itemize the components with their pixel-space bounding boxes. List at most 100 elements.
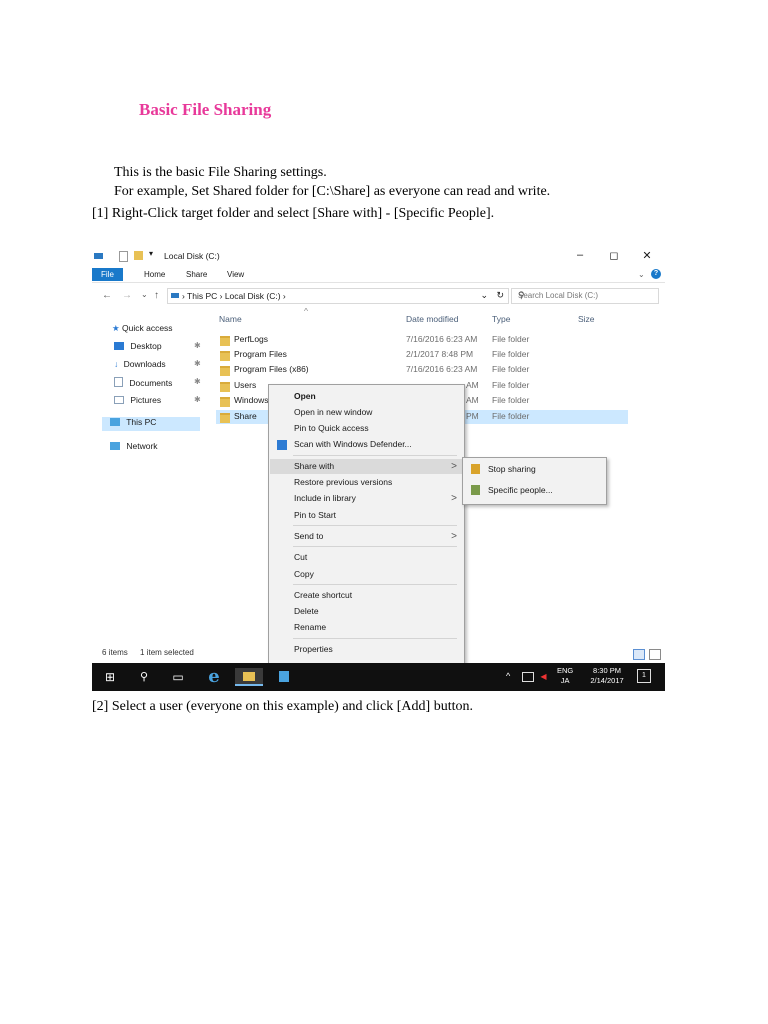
tray-overflow-icon[interactable]: ^ (506, 671, 510, 681)
file-row[interactable]: Program Files (x86) 7/16/2016 6:23 AM Fi… (216, 363, 628, 377)
menu-item-label: Include in library (294, 493, 356, 503)
file-type: File folder (492, 334, 530, 344)
file-name: Share (234, 411, 257, 421)
nav-item-pictures[interactable]: Pictures ✱ (114, 395, 214, 409)
file-type: File folder (492, 364, 530, 374)
nav-item-desktop[interactable]: Desktop ✱ (114, 341, 214, 355)
up-arrow-icon[interactable]: ↑ (154, 290, 159, 301)
menu-separator (293, 638, 457, 639)
item-count: 6 items (102, 648, 128, 657)
network-tray-icon[interactable] (522, 672, 534, 682)
menu-item-send-to[interactable]: Send to > (270, 529, 463, 544)
pin-icon[interactable]: ✱ (194, 377, 201, 386)
menu-item-cut[interactable]: Cut (270, 550, 463, 565)
file-date: 7/16/2016 6:23 AM (406, 364, 478, 374)
column-name[interactable]: Name (219, 314, 242, 324)
file-name: Program Files (x86) (234, 364, 309, 374)
start-button-icon[interactable]: ⊞ (96, 668, 124, 686)
menu-item-open-new-window[interactable]: Open in new window (270, 405, 463, 420)
search-icon[interactable]: ⚲ (130, 668, 158, 686)
nav-item-label: Pictures (130, 395, 162, 405)
menu-item-include-library[interactable]: Include in library > (270, 491, 463, 506)
file-row[interactable]: PerfLogs 7/16/2016 6:23 AM File folder (216, 333, 628, 347)
forward-arrow-icon[interactable]: → (122, 290, 132, 301)
input-language[interactable]: ENG JA (557, 666, 573, 686)
file-type: File folder (492, 395, 530, 405)
menu-item-pin-quick-access[interactable]: Pin to Quick access (270, 421, 463, 436)
back-arrow-icon[interactable]: ← (102, 290, 112, 301)
menu-item-restore[interactable]: Restore previous versions (270, 475, 463, 490)
menu-item-open[interactable]: Open (270, 389, 463, 404)
window-title: Local Disk (C:) (164, 251, 220, 261)
menu-item-label: Send to (294, 531, 324, 541)
column-type[interactable]: Type (492, 314, 510, 324)
pin-icon[interactable]: ✱ (194, 341, 201, 350)
internet-explorer-icon[interactable]: e (200, 668, 228, 686)
large-icons-view-icon[interactable] (649, 649, 661, 660)
tab-share[interactable]: Share (178, 268, 215, 281)
menu-separator (293, 455, 457, 456)
clock[interactable]: 8:30 PM 2/14/2017 (587, 666, 627, 686)
pin-icon[interactable]: ✱ (194, 359, 201, 368)
computer-icon (110, 418, 120, 426)
refresh-icon[interactable]: ↻ (496, 290, 504, 301)
breadcrumb[interactable]: › This PC › Local Disk (C:) › (182, 291, 286, 301)
details-view-icon[interactable] (633, 649, 645, 660)
menu-item-stop-sharing[interactable]: Stop sharing (464, 461, 605, 477)
nav-item-label: Quick access (122, 323, 173, 333)
menu-item-scan-defender[interactable]: Scan with Windows Defender... (270, 437, 463, 452)
sort-arrow-icon: ^ (304, 306, 308, 316)
nav-item-network[interactable]: Network (110, 441, 158, 455)
file-row[interactable]: Program Files 2/1/2017 8:48 PM File fold… (216, 348, 628, 362)
nav-item-downloads[interactable]: ↓ Downloads ✱ (114, 359, 214, 373)
menu-item-copy[interactable]: Copy (270, 567, 463, 582)
tab-view[interactable]: View (219, 268, 252, 281)
server-manager-taskbar-icon[interactable] (270, 668, 298, 686)
maximize-button[interactable]: ◻ (604, 249, 624, 262)
step1-paragraph: [1] Right-Click target folder and select… (92, 206, 495, 221)
pin-icon[interactable]: ✱ (194, 395, 201, 404)
tab-home[interactable]: Home (136, 268, 173, 281)
help-icon[interactable]: ? (651, 269, 661, 279)
language-label: ENG (557, 666, 574, 675)
drive-icon (94, 253, 103, 259)
notifications-icon[interactable]: 1 (637, 669, 651, 683)
volume-muted-icon[interactable]: ◀ (539, 672, 548, 681)
example-paragraph: For example, Set Shared folder for [C:\S… (114, 184, 551, 199)
folder-icon (220, 382, 230, 392)
properties-icon[interactable] (119, 251, 128, 262)
explorer-screenshot: ▾ Local Disk (C:) – ◻ ✕ File Home Share … (92, 246, 665, 691)
address-bar[interactable]: › This PC › Local Disk (C:) › ⌄ ↻ (167, 288, 509, 304)
menu-item-delete[interactable]: Delete (270, 604, 463, 619)
column-date-modified[interactable]: Date modified (406, 314, 458, 324)
column-size[interactable]: Size (578, 314, 595, 324)
new-folder-icon[interactable] (134, 251, 143, 260)
ime-label: JA (560, 676, 570, 685)
address-dropdown-icon[interactable]: ⌄ (480, 290, 488, 301)
menu-item-create-shortcut[interactable]: Create shortcut (270, 588, 463, 603)
nav-item-documents[interactable]: Documents ✱ (114, 377, 214, 391)
selection-count: 1 item selected (140, 648, 194, 657)
customize-qa-icon[interactable]: ▾ (149, 249, 158, 258)
file-date: 2/1/2017 8:48 PM (406, 349, 474, 359)
file-type: File folder (492, 411, 530, 421)
menu-item-properties[interactable]: Properties (270, 642, 463, 657)
nav-item-label: Downloads (123, 359, 166, 369)
search-input[interactable]: Search Local Disk (C:) ⚲ (511, 288, 659, 304)
tab-file[interactable]: File (92, 268, 123, 281)
nav-item-this-pc[interactable]: This PC (102, 417, 200, 431)
file-explorer-taskbar-icon[interactable] (235, 668, 263, 686)
task-view-icon[interactable]: ▭ (164, 668, 192, 686)
menu-item-pin-start[interactable]: Pin to Start (270, 508, 463, 523)
close-button[interactable]: ✕ (637, 249, 657, 262)
minimize-button[interactable]: – (570, 249, 590, 261)
recent-locations-icon[interactable]: ⌄ (141, 290, 148, 299)
menu-item-specific-people[interactable]: Specific people... (464, 482, 605, 498)
nav-item-quick-access[interactable]: ★ Quick access (112, 323, 173, 337)
clock-time: 8:30 PM (593, 666, 621, 675)
intro-paragraph: This is the basic File Sharing settings. (114, 165, 327, 180)
expand-ribbon-icon[interactable]: ⌄ (630, 268, 653, 281)
menu-item-rename[interactable]: Rename (270, 620, 463, 635)
folder-icon (220, 397, 230, 407)
menu-item-share-with[interactable]: Share with > (270, 459, 463, 474)
